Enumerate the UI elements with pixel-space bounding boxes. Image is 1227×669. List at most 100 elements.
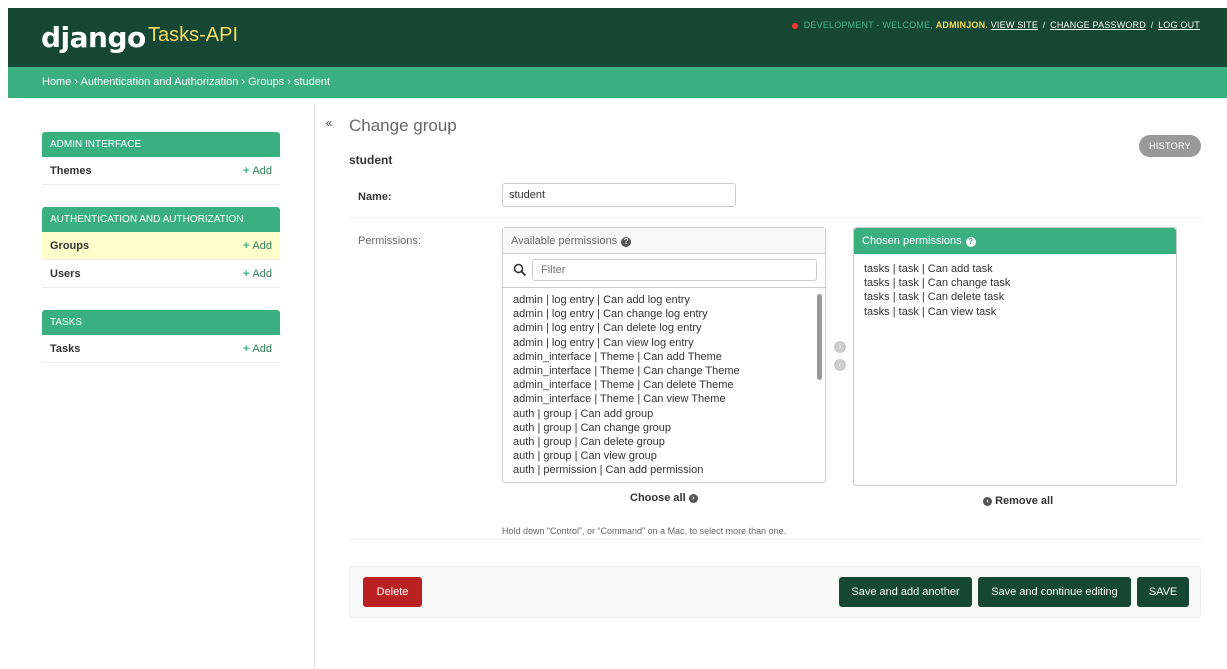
- environment-text: DEVELOPMENT - WELCOME,: [803, 20, 933, 30]
- module-admin-interface: ADMIN INTERFACE Themes + Add: [42, 132, 280, 185]
- permissions-label: Permissions:: [358, 235, 421, 247]
- help-text: Hold down “Control”, or “Command” on a M…: [502, 526, 787, 536]
- change-password-link[interactable]: CHANGE PASSWORD: [1050, 20, 1146, 30]
- choose-all-label: Choose all: [630, 492, 686, 504]
- history-button[interactable]: HISTORY: [1139, 135, 1201, 157]
- help-icon[interactable]: ?: [965, 237, 976, 247]
- scrollbar[interactable]: [817, 294, 822, 380]
- add-arrow-icon[interactable]: ›: [834, 341, 846, 353]
- list-item[interactable]: auth | permission | Can add permission: [513, 463, 815, 477]
- user-tools: DEVELOPMENT - WELCOME, ADMINJON. VIEW SI…: [792, 20, 1200, 30]
- choose-all-link[interactable]: Choose all ›: [630, 492, 698, 504]
- list-item[interactable]: admin | log entry | Can delete log entry: [513, 321, 815, 335]
- view-site-link[interactable]: VIEW SITE: [991, 20, 1038, 30]
- remove-arrow-icon[interactable]: ‹: [834, 359, 846, 371]
- divider: [349, 217, 1201, 218]
- sidebar-item-users[interactable]: Users + Add: [42, 260, 280, 288]
- remove-all-link[interactable]: ‹ Remove all: [983, 495, 1053, 507]
- list-item[interactable]: auth | group | Can change group: [513, 421, 815, 435]
- name-field[interactable]: [502, 183, 736, 207]
- add-group-link[interactable]: + Add: [243, 240, 272, 252]
- django-logo[interactable]: django: [41, 21, 146, 54]
- save-and-continue-button[interactable]: Save and continue editing: [978, 577, 1131, 607]
- sidebar-item-themes[interactable]: Themes + Add: [42, 157, 280, 185]
- list-item[interactable]: tasks | task | Can delete task: [864, 290, 1166, 304]
- plus-icon: +: [242, 164, 250, 177]
- add-theme-link[interactable]: + Add: [243, 165, 272, 177]
- chosen-title-text: Chosen permissions: [862, 235, 962, 247]
- submit-row: Delete Save and add another Save and con…: [349, 566, 1201, 618]
- list-item[interactable]: tasks | task | Can view task: [864, 305, 1166, 319]
- list-item[interactable]: admin | log entry | Can change log entry: [513, 307, 815, 321]
- add-label: Add: [252, 239, 272, 252]
- breadcrumb-home[interactable]: Home: [42, 76, 71, 88]
- list-item[interactable]: admin_interface | Theme | Can change The…: [513, 364, 815, 378]
- list-item[interactable]: admin_interface | Theme | Can add Theme: [513, 350, 815, 364]
- save-and-add-another-button[interactable]: Save and add another: [839, 577, 972, 607]
- list-item[interactable]: auth | group | Can delete group: [513, 435, 815, 449]
- list-item[interactable]: tasks | task | Can change task: [864, 276, 1166, 290]
- separator: /: [1042, 20, 1046, 30]
- log-out-link[interactable]: LOG OUT: [1158, 20, 1200, 30]
- breadcrumb-current: student: [293, 76, 331, 88]
- available-permissions-title: Available permissions?: [503, 228, 825, 254]
- module-caption[interactable]: AUTHENTICATION AND AUTHORIZATION: [42, 207, 280, 232]
- sidebar-item-tasks[interactable]: Tasks + Add: [42, 335, 280, 363]
- separator: /: [1150, 20, 1154, 30]
- plus-icon: +: [242, 342, 250, 355]
- search-icon: [513, 263, 527, 277]
- available-permissions-list[interactable]: admin | log entry | Can add log entry ad…: [503, 288, 825, 483]
- list-item[interactable]: auth | group | Can add group: [513, 407, 815, 421]
- sidebar-item-groups[interactable]: Groups + Add: [42, 232, 280, 260]
- page-title: Change group: [349, 116, 457, 135]
- filter-input[interactable]: [532, 259, 817, 281]
- site-title[interactable]: Tasks-API: [148, 24, 238, 47]
- module-caption[interactable]: ADMIN INTERFACE: [42, 132, 280, 157]
- chosen-permissions-list[interactable]: tasks | task | Can add task tasks | task…: [854, 254, 1176, 324]
- add-task-link[interactable]: + Add: [243, 343, 272, 355]
- help-icon[interactable]: ?: [621, 237, 632, 247]
- nav-sidebar: ADMIN INTERFACE Themes + Add AUTHENTICATI…: [42, 132, 280, 385]
- toggle-sidebar-button[interactable]: «: [320, 116, 338, 138]
- remove-all-label: Remove all: [995, 495, 1054, 507]
- sidebar-item-label[interactable]: Tasks: [50, 343, 80, 355]
- module-caption[interactable]: TASKS: [42, 310, 280, 335]
- list-item[interactable]: tasks | task | Can add task: [864, 262, 1166, 276]
- list-item[interactable]: admin_interface | Theme | Can view Theme: [513, 392, 815, 406]
- sidebar-item-label[interactable]: Themes: [50, 165, 92, 177]
- breadcrumb-sep: ›: [74, 76, 79, 88]
- add-user-link[interactable]: + Add: [243, 268, 272, 280]
- breadcrumb-groups[interactable]: Groups: [248, 76, 284, 88]
- object-name: student: [349, 153, 393, 167]
- list-item[interactable]: auth | group | Can view group: [513, 449, 815, 463]
- chevron-left-icon: ‹: [983, 496, 992, 506]
- name-label: Name:: [358, 191, 392, 203]
- save-button[interactable]: SAVE: [1137, 577, 1189, 607]
- sidebar-divider: [314, 104, 315, 669]
- breadcrumb-auth[interactable]: Authentication and Authorization: [81, 76, 239, 88]
- available-permissions-box: Available permissions? admin | log entry…: [502, 227, 826, 483]
- username: ADMINJON.: [935, 20, 989, 30]
- breadcrumb-sep: ›: [241, 76, 246, 88]
- module-auth: AUTHENTICATION AND AUTHORIZATION Groups …: [42, 207, 280, 288]
- available-title-text: Available permissions: [511, 235, 618, 247]
- add-label: Add: [252, 267, 272, 280]
- delete-button[interactable]: Delete: [363, 577, 422, 607]
- breadcrumb: Home › Authentication and Authorization …: [8, 67, 1227, 98]
- list-item[interactable]: admin_interface | Theme | Can delete The…: [513, 378, 815, 392]
- module-tasks: TASKS Tasks + Add: [42, 310, 280, 363]
- list-item[interactable]: admin | log entry | Can view log entry: [513, 336, 815, 350]
- filter-row: [503, 254, 825, 288]
- divider: [349, 539, 1201, 540]
- sidebar-item-label[interactable]: Groups: [50, 240, 89, 252]
- chevron-right-icon: ›: [688, 493, 698, 503]
- add-label: Add: [252, 342, 272, 355]
- breadcrumb-sep: ›: [287, 76, 291, 88]
- sidebar-item-label[interactable]: Users: [50, 268, 81, 280]
- chosen-permissions-title: Chosen permissions?: [854, 228, 1176, 254]
- list-item[interactable]: admin | log entry | Can add log entry: [513, 293, 815, 307]
- site-header: django Tasks-API DEVELOPMENT - WELCOME, …: [8, 8, 1227, 67]
- plus-icon: +: [242, 267, 250, 280]
- add-label: Add: [252, 164, 272, 177]
- plus-icon: +: [242, 239, 250, 252]
